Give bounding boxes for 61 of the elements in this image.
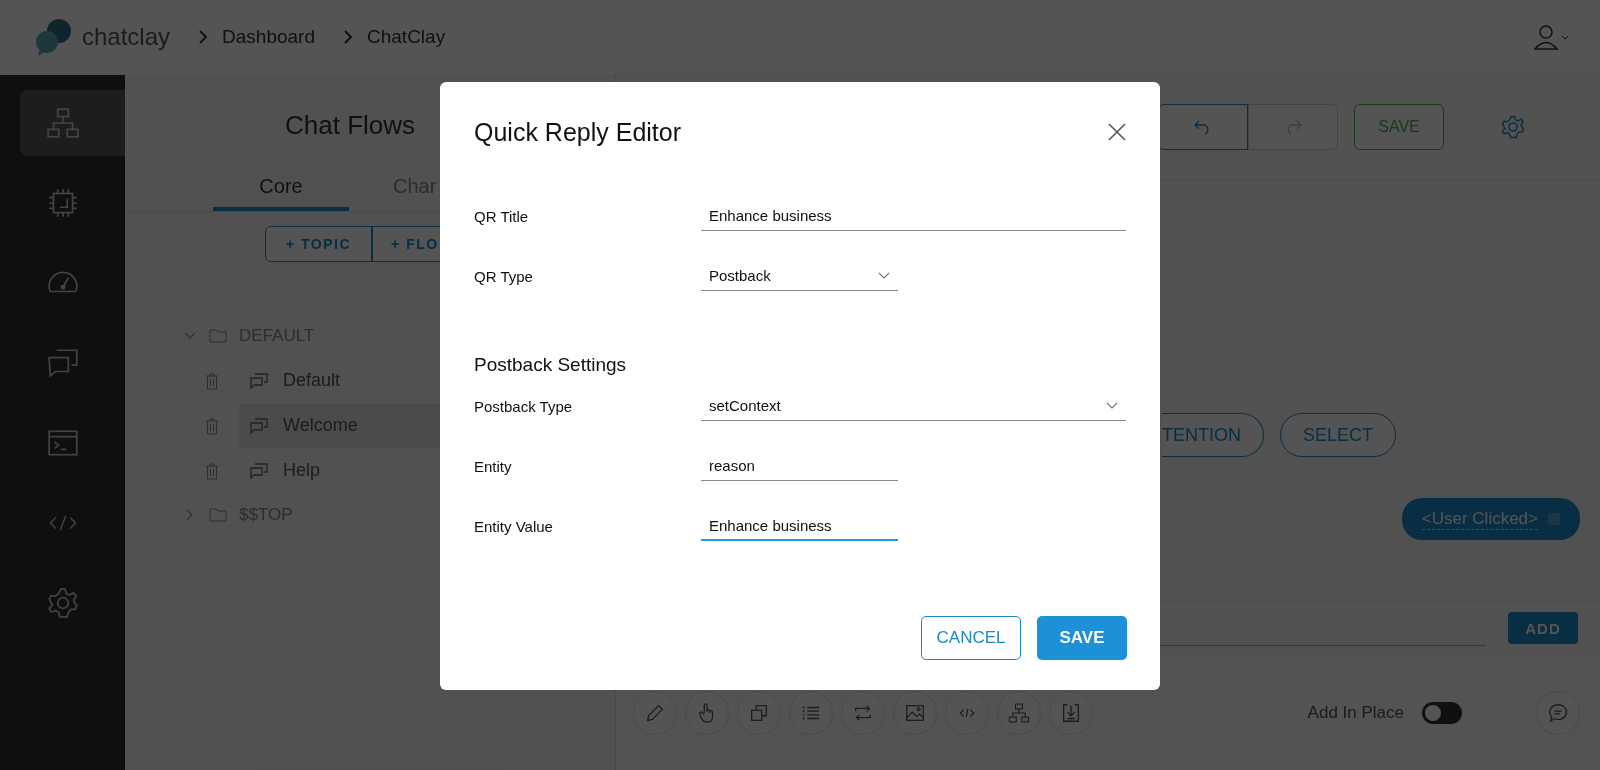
tool-button[interactable] xyxy=(997,690,1041,735)
download-icon xyxy=(1060,701,1082,724)
settings-icon[interactable] xyxy=(1500,114,1526,140)
field-label: QR Title xyxy=(474,207,530,225)
chevron-right-icon xyxy=(198,29,209,45)
breadcrumb-link[interactable]: Dashboard xyxy=(222,26,315,48)
chat-bubbles-icon xyxy=(249,416,269,435)
section-heading: Postback Settings xyxy=(474,353,628,376)
trash-icon[interactable] xyxy=(205,461,219,480)
folder-icon xyxy=(209,508,227,522)
chat-bubbles-icon xyxy=(45,346,80,380)
caret-icon xyxy=(878,271,890,280)
tool-button[interactable] xyxy=(893,690,937,735)
sidebar-item[interactable] xyxy=(20,90,125,156)
field-label: Entity Value xyxy=(474,517,554,535)
hierarchy-icon xyxy=(1008,701,1030,724)
input-field[interactable]: Enhance business xyxy=(701,511,898,541)
tool-button[interactable] xyxy=(1049,690,1093,735)
panel-title: Chat Flows xyxy=(285,109,416,141)
chat-button[interactable] xyxy=(1536,690,1580,735)
save-button[interactable]: SAVE xyxy=(1354,104,1444,150)
toggle-switch[interactable] xyxy=(1422,701,1462,724)
tool-button[interactable] xyxy=(685,690,729,735)
tab[interactable]: Core xyxy=(213,175,349,211)
field-label: QR Type xyxy=(474,267,534,285)
dropdown[interactable]: Postback xyxy=(701,261,898,291)
tool-button[interactable] xyxy=(945,690,989,735)
code-icon xyxy=(47,514,78,532)
chat-icon xyxy=(1547,701,1569,724)
settings-icon xyxy=(45,586,80,620)
message-bubble: <User Clicked> xyxy=(1401,498,1580,540)
dialog-title: Quick Reply Editor xyxy=(474,117,682,147)
logo-text[interactable]: chatclay xyxy=(82,23,171,51)
tool-button[interactable] xyxy=(737,690,781,735)
option-chip[interactable]: TENTION xyxy=(1162,413,1264,457)
tool-button[interactable] xyxy=(789,690,833,735)
dropdown[interactable]: setContext xyxy=(701,391,1126,421)
user-icon[interactable] xyxy=(1534,24,1570,50)
field-label: Postback Type xyxy=(474,397,574,415)
chevron-right-icon xyxy=(343,29,353,45)
breadcrumb-link[interactable]: ChatClay xyxy=(367,26,446,48)
folder-icon xyxy=(209,329,227,343)
option-chip[interactable]: SELECT xyxy=(1280,413,1397,457)
add-button[interactable]: + TOPIC xyxy=(265,226,373,262)
speech-bubbles-icon xyxy=(34,17,74,57)
field-label: Entity xyxy=(474,457,513,475)
chat-bubbles-icon xyxy=(249,371,269,390)
chat-bubbles-icon xyxy=(249,461,269,480)
caret-icon xyxy=(1106,401,1118,410)
input-field[interactable]: Enhance business xyxy=(701,201,1126,231)
tool-button[interactable] xyxy=(633,690,677,735)
close-icon[interactable] xyxy=(1107,122,1127,142)
trash-icon[interactable] xyxy=(205,416,219,435)
cancel-button[interactable]: CANCEL xyxy=(921,616,1021,660)
add-button[interactable]: ADD xyxy=(1508,612,1578,644)
hierarchy-icon xyxy=(45,106,80,140)
undo-button[interactable] xyxy=(1158,104,1248,150)
save-button[interactable]: SAVE xyxy=(1037,616,1127,660)
tool-button[interactable] xyxy=(841,690,885,735)
input-field[interactable]: reason xyxy=(701,451,898,481)
trash-icon[interactable] xyxy=(205,371,219,390)
